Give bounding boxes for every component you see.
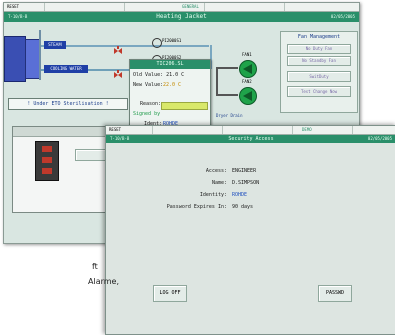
front-top-status-bar: RESET DEMO [106, 126, 395, 135]
reset-label[interactable]: RESET [7, 4, 19, 10]
no-standby-fan-button[interactable]: No Standby Fan [287, 56, 351, 66]
name-value: D.SIMPSON [232, 180, 260, 186]
area-label: GENERAL [182, 4, 199, 9]
new-value-label: New Value: [133, 82, 164, 88]
access-value: ENGINEER [232, 168, 257, 174]
front-window-title: Security Access [228, 136, 274, 142]
jacket-tank [4, 36, 26, 82]
fan-manifold [216, 67, 218, 96]
sterilisation-banner: ! Under ETO Sterilisation ! [8, 98, 128, 110]
title-right: 02/05/2005 [330, 14, 355, 19]
valve-indicator-icon [152, 38, 162, 48]
front-area-label: DEMO [302, 127, 312, 132]
fan1-duct [216, 67, 238, 69]
security-access-window: RESET DEMO T-10/B-B Security Access 02/0… [105, 125, 395, 335]
passwd-button[interactable]: PASSWD [318, 285, 352, 302]
signed-by-label: Signed by [133, 111, 161, 117]
valve1-label: PI2000S1 [162, 38, 182, 43]
cooling-valve-icon[interactable] [114, 65, 122, 78]
front-title-right: 02/05/2005 [367, 136, 392, 141]
vertical-pipe [39, 30, 41, 80]
batch-light-3 [42, 168, 52, 174]
fan-panel-title: Fan Management [297, 34, 341, 40]
cooling-tag: COOLING WATER [44, 65, 88, 73]
reason-input[interactable] [161, 102, 208, 110]
batch-light-1 [42, 146, 52, 152]
fan2-duct [216, 94, 238, 96]
new-value-field[interactable]: 22.0 C [163, 82, 181, 89]
log-off-button[interactable]: LOG OFF [153, 285, 187, 302]
access-label: Access: [205, 168, 227, 174]
front-reset-label[interactable]: RESET [109, 127, 121, 133]
fan1-icon[interactable] [239, 60, 257, 78]
batch-light-2 [42, 157, 52, 163]
password-expires-label: Password Expires In: [166, 204, 227, 210]
top-status-bar: RESET GENERAL [4, 3, 359, 12]
dialog-title: TIC206.SL [156, 61, 184, 67]
window-title: Heating Jacket [156, 13, 207, 20]
batch-indicator-stack [35, 141, 59, 181]
old-value: Old Value: 21.0 C [133, 72, 185, 78]
fan1-label: FAN1 [242, 52, 252, 57]
identity-label: Identity: [199, 192, 227, 198]
reason-label: Reason: [140, 101, 162, 107]
test-change-now-button[interactable]: Test Change Now [287, 86, 351, 97]
caption-line-1: ft [92, 262, 98, 271]
steam-valve-icon[interactable] [114, 41, 122, 54]
name-label: Name: [211, 180, 227, 186]
fan-management-panel: Fan Management No Duty Fan No Standby Fa… [280, 31, 358, 113]
switch-duty-button[interactable]: SwitDuty [287, 71, 351, 82]
front-title-bar: T-10/B-B Security Access 02/05/2005 [106, 135, 395, 143]
no-duty-fan-button[interactable]: No Duty Fan [287, 44, 351, 54]
dialog-title-bar: TIC206.SL [130, 60, 210, 69]
password-expires-value: 90 days [232, 204, 254, 210]
fan2-icon[interactable] [239, 87, 257, 105]
caption-line-2: Alarme, [88, 277, 120, 286]
dryer-drain-label: Dryer Drain [216, 113, 243, 118]
window-title-bar: T-10/B-B Heating Jacket 02/05/2005 [4, 12, 359, 22]
steam-tag: STEAM [44, 41, 66, 49]
page-caption: ft Alarme, [0, 255, 119, 333]
fan2-label: FAN2 [242, 79, 252, 84]
identity-value: ROHDE [232, 192, 248, 198]
